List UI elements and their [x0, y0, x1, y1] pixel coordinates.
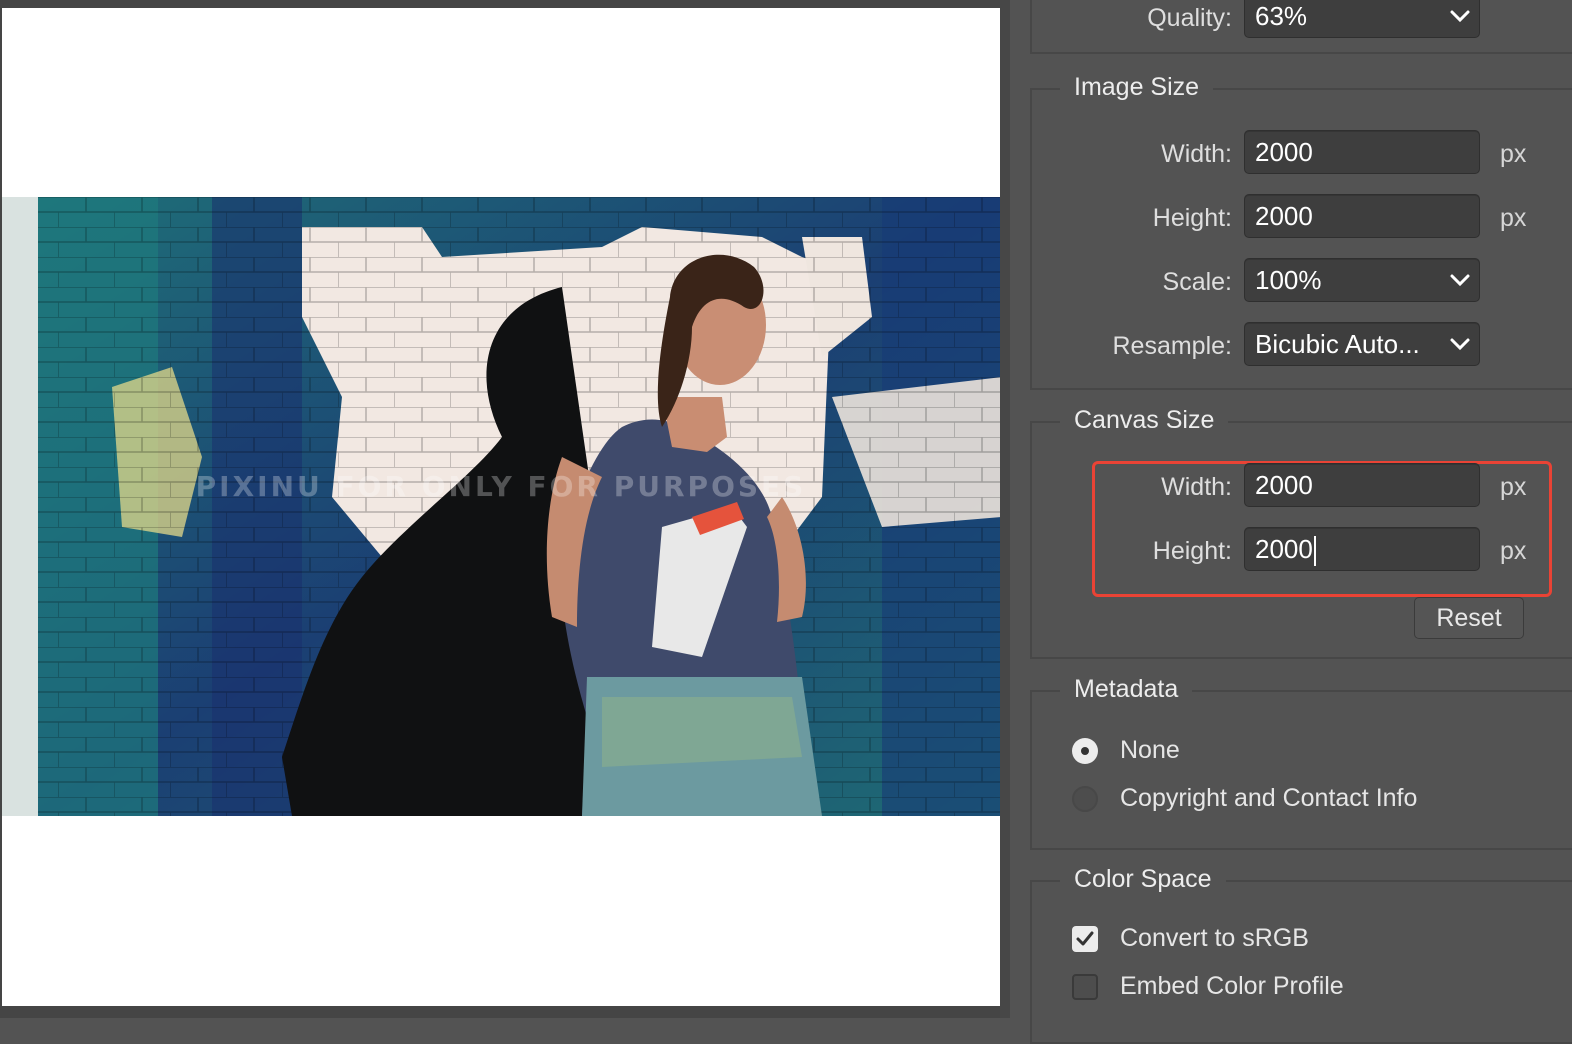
canvas-height-value: 2000	[1255, 534, 1313, 564]
document-canvas: PIXINU FOR ONLY FOR PURPOSES	[2, 8, 1000, 1006]
resample-label: Resample:	[1112, 332, 1233, 360]
radio-unselected-icon[interactable]	[1072, 786, 1098, 812]
image-width-unit: px	[1500, 140, 1527, 168]
image-height-label: Height:	[1152, 204, 1232, 232]
scale-select[interactable]: 100%	[1244, 258, 1480, 302]
metadata-group: Metadata None Copyright and Contact Info	[1030, 675, 1572, 850]
image-height-input[interactable]: 2000	[1244, 194, 1480, 238]
chevron-down-icon	[1450, 274, 1470, 287]
quality-value: 63%	[1255, 1, 1308, 31]
image-width-label: Width:	[1161, 140, 1232, 168]
image-height-unit: px	[1500, 204, 1527, 232]
resample-select[interactable]: Bicubic Auto...	[1244, 322, 1480, 366]
canvas-width-unit: px	[1500, 473, 1527, 501]
checkbox-unchecked-icon[interactable]	[1072, 974, 1098, 1000]
photo-image	[2, 197, 1000, 816]
canvas-size-group: Canvas Size Width: 2000 px Height: 2000 …	[1030, 406, 1572, 659]
reset-button[interactable]: Reset	[1414, 597, 1524, 639]
canvas-width-label: Width:	[1161, 473, 1232, 501]
radio-selected-icon[interactable]	[1072, 738, 1098, 764]
checkmark-icon	[1076, 931, 1094, 946]
image-width-row: Width: 2000 px	[1032, 130, 1572, 178]
metadata-option-label: None	[1120, 736, 1180, 764]
resample-row: Resample: Bicubic Auto...	[1032, 322, 1572, 370]
resample-value: Bicubic Auto...	[1255, 329, 1420, 359]
quality-row: Quality: 63%	[1032, 0, 1572, 42]
quality-label: Quality:	[1147, 4, 1232, 32]
image-size-group: Image Size Width: 2000 px Height: 2000 p…	[1030, 73, 1572, 390]
canvas-height-unit: px	[1500, 537, 1527, 565]
quality-select[interactable]: 63%	[1244, 0, 1480, 38]
chevron-down-icon	[1450, 10, 1470, 23]
color-space-option-label: Embed Color Profile	[1120, 972, 1344, 1000]
scale-label: Scale:	[1162, 268, 1232, 296]
chevron-down-icon	[1450, 338, 1470, 351]
quality-group: Quality: 63%	[1030, 0, 1572, 54]
canvas-size-title: Canvas Size	[1060, 406, 1229, 435]
scale-value: 100%	[1255, 265, 1322, 295]
color-space-title: Color Space	[1060, 865, 1226, 894]
scale-row: Scale: 100%	[1032, 258, 1572, 306]
text-cursor	[1313, 536, 1316, 567]
panel-divider	[1000, 0, 1010, 1018]
canvas-width-row: Width: 2000 px	[1032, 463, 1572, 511]
canvas-width-input[interactable]: 2000	[1244, 463, 1480, 507]
canvas-height-input[interactable]: 2000	[1244, 527, 1480, 571]
canvas-height-label: Height:	[1152, 537, 1232, 565]
image-width-input[interactable]: 2000	[1244, 130, 1480, 174]
color-space-group: Color Space Convert to sRGB Embed Color …	[1030, 865, 1572, 1044]
image-height-row: Height: 2000 px	[1032, 194, 1572, 242]
export-settings-panel: Quality: 63% Image Size Width: 2000 px H…	[1010, 0, 1572, 1044]
metadata-title: Metadata	[1060, 675, 1193, 704]
canvas-area: PIXINU FOR ONLY FOR PURPOSES	[0, 0, 1010, 1018]
color-space-option-label: Convert to sRGB	[1120, 924, 1309, 952]
watermark-text: PIXINU FOR ONLY FOR PURPOSES	[195, 470, 807, 503]
canvas-height-row: Height: 2000 px	[1032, 527, 1572, 575]
metadata-option-label: Copyright and Contact Info	[1120, 784, 1418, 812]
checkbox-checked-icon[interactable]	[1072, 926, 1098, 952]
photo-preview	[2, 197, 1000, 816]
image-size-title: Image Size	[1060, 73, 1214, 102]
